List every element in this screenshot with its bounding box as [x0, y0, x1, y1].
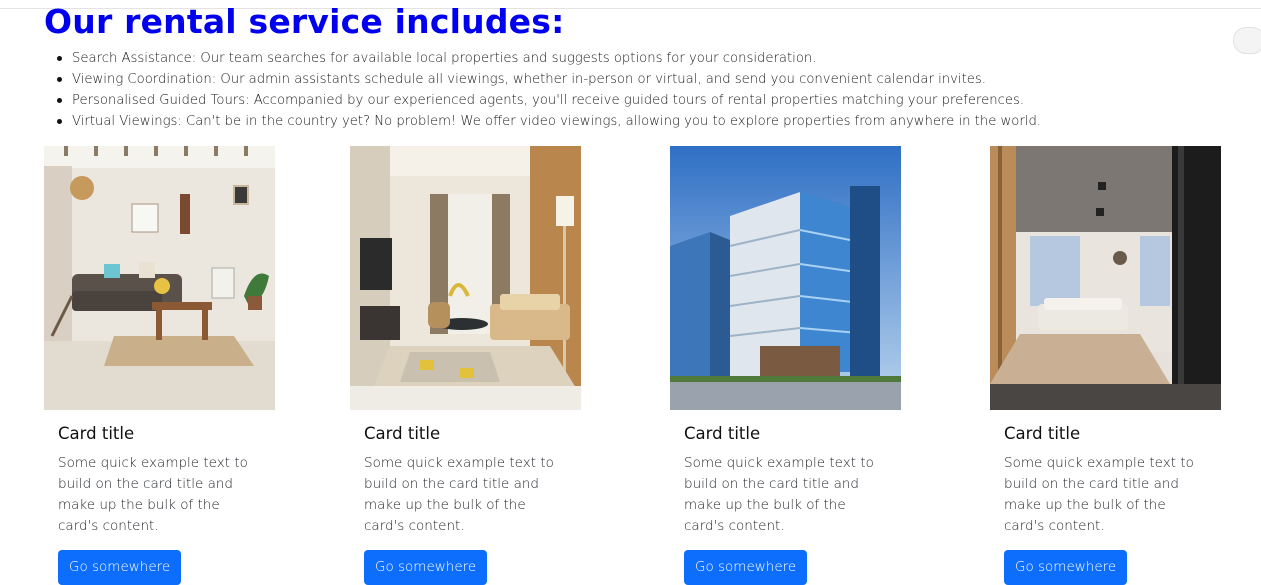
list-item: Virtual Viewings: Can't be in the countr… — [57, 111, 1042, 132]
list-item: Search Assistance: Our team searches for… — [57, 48, 1041, 69]
card-title: Card title — [684, 424, 761, 443]
card-title: Card title — [58, 424, 135, 443]
card-text: Some quick example text to build on the … — [684, 455, 874, 534]
card-text: Some quick example text to build on the … — [58, 455, 248, 534]
card-title: Card title — [1004, 424, 1081, 443]
bullet-icon — [57, 56, 62, 61]
bullet-icon — [57, 119, 62, 124]
apartment-interior-image — [990, 146, 1221, 410]
card-text: Some quick example text to build on the … — [364, 455, 554, 534]
modern-lounge-image — [350, 146, 581, 410]
list-item: Viewing Coordination: Our admin assistan… — [57, 69, 1041, 90]
feature-text: Personalised Guided Tours: Accompanied b… — [72, 93, 1025, 108]
feature-text: Viewing Coordination: Our admin assistan… — [72, 72, 986, 87]
feature-text: Search Assistance: Our team searches for… — [72, 51, 817, 66]
go-somewhere-button[interactable]: Go somewhere — [58, 550, 182, 585]
go-somewhere-button[interactable]: Go somewhere — [364, 550, 488, 585]
living-room-image — [44, 146, 275, 410]
page-title: Our rental service includes: — [44, 2, 565, 41]
feature-text: Virtual Viewings: Can't be in the countr… — [72, 114, 1042, 129]
property-card: Card title Some quick example text to bu… — [44, 146, 275, 585]
list-item: Personalised Guided Tours: Accompanied b… — [57, 90, 1041, 111]
property-card: Card title Some quick example text to bu… — [350, 146, 581, 585]
bullet-icon — [57, 77, 62, 82]
property-card: Card title Some quick example text to bu… — [670, 146, 901, 585]
office-building-image — [670, 146, 901, 410]
property-card: Card title Some quick example text to bu… — [990, 146, 1221, 585]
side-toggle-button[interactable] — [1233, 27, 1261, 54]
go-somewhere-button[interactable]: Go somewhere — [684, 550, 808, 585]
services-list: Search Assistance: Our team searches for… — [57, 48, 1042, 132]
go-somewhere-button[interactable]: Go somewhere — [1004, 550, 1128, 585]
card-title: Card title — [364, 424, 441, 443]
bullet-icon — [57, 98, 62, 103]
card-text: Some quick example text to build on the … — [1004, 455, 1194, 534]
